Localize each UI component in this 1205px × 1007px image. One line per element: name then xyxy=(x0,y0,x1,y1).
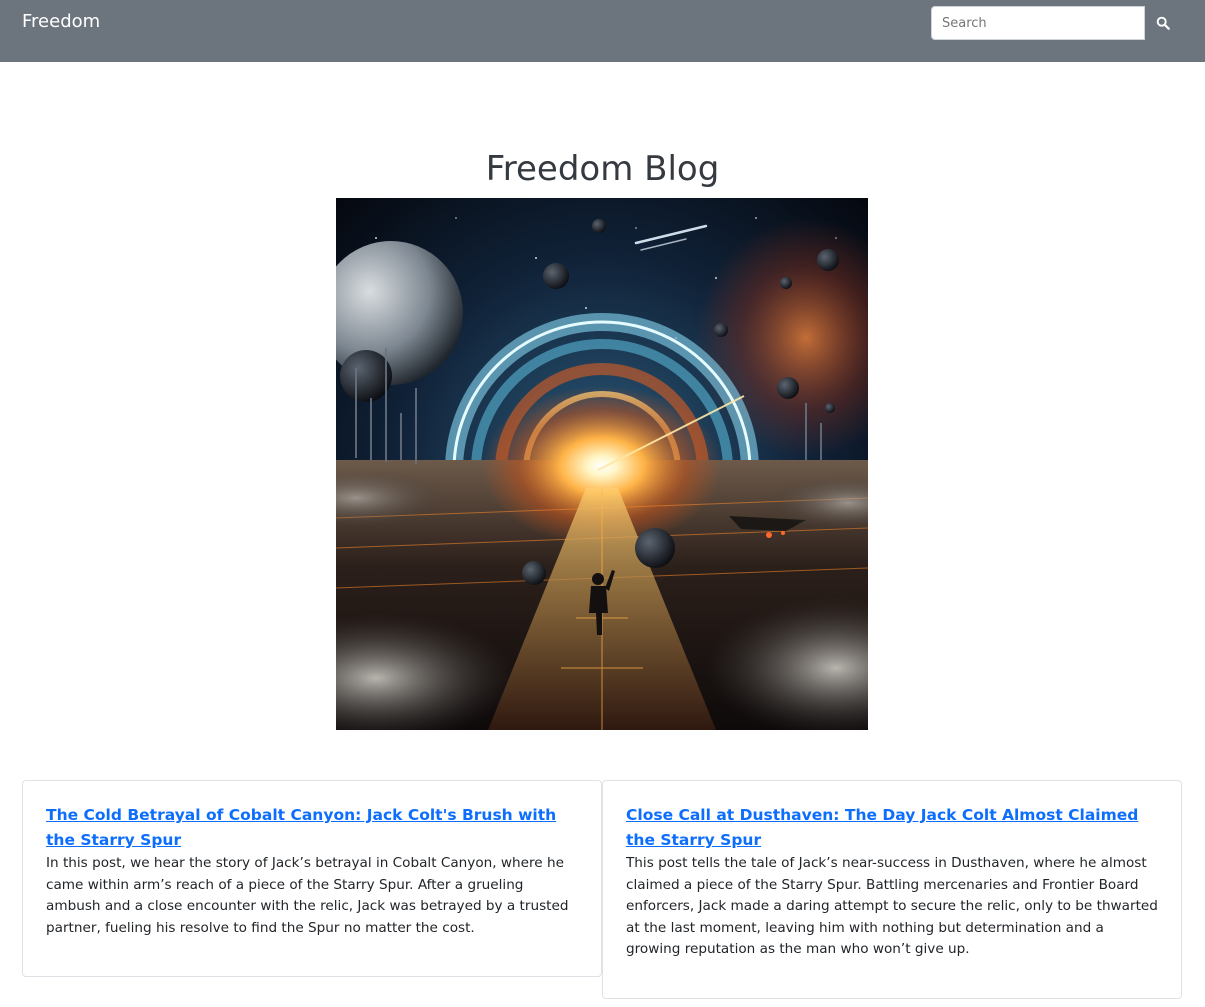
brand-link[interactable]: Freedom xyxy=(22,10,100,34)
search-icon xyxy=(1156,16,1170,30)
hero-image xyxy=(336,198,868,730)
post-summary: This post tells the tale of Jack’s near-… xyxy=(626,855,1158,958)
post-title-link[interactable]: The Cold Betrayal of Cobalt Canyon: Jack… xyxy=(46,803,578,853)
search-button[interactable] xyxy=(1145,6,1181,40)
page-title: Freedom Blog xyxy=(485,149,720,189)
post-card: Close Call at Dusthaven: The Day Jack Co… xyxy=(602,780,1182,999)
post-title-link[interactable]: Close Call at Dusthaven: The Day Jack Co… xyxy=(626,803,1158,853)
search-input[interactable] xyxy=(931,6,1145,40)
navbar: Freedom xyxy=(0,0,1205,62)
post-summary: In this post, we hear the story of Jack’… xyxy=(46,855,569,936)
post-card: The Cold Betrayal of Cobalt Canyon: Jack… xyxy=(22,780,602,977)
